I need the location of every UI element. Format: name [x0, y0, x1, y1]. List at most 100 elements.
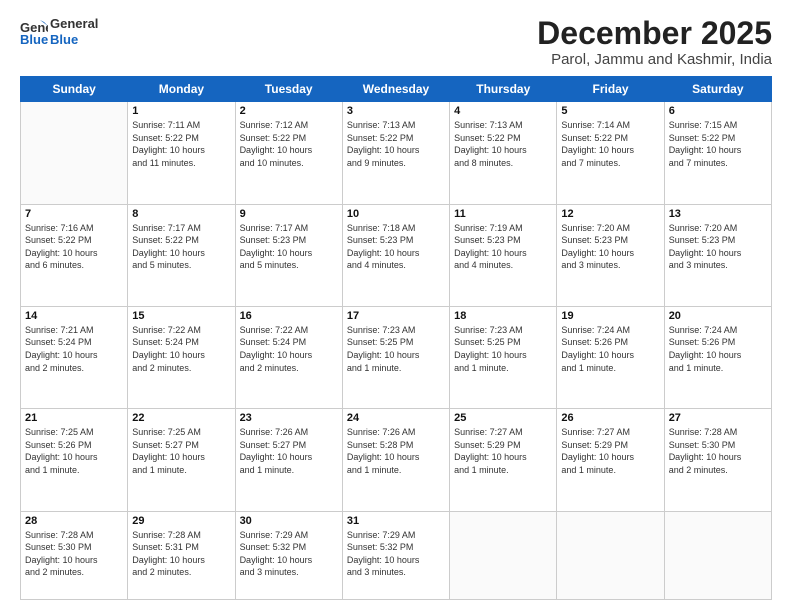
- day-info: Sunrise: 7:22 AM Sunset: 5:24 PM Dayligh…: [132, 324, 230, 374]
- day-info: Sunrise: 7:27 AM Sunset: 5:29 PM Dayligh…: [454, 426, 552, 476]
- day-info: Sunrise: 7:28 AM Sunset: 5:30 PM Dayligh…: [669, 426, 767, 476]
- day-number: 30: [240, 515, 338, 527]
- day-info: Sunrise: 7:29 AM Sunset: 5:32 PM Dayligh…: [347, 529, 445, 579]
- general-blue-icon: General Blue: [20, 18, 48, 46]
- day-number: 6: [669, 105, 767, 117]
- weekday-header-friday: Friday: [557, 77, 664, 102]
- day-info: Sunrise: 7:22 AM Sunset: 5:24 PM Dayligh…: [240, 324, 338, 374]
- header: General Blue General Blue December 2025 …: [20, 16, 772, 68]
- day-number: 31: [347, 515, 445, 527]
- week-row-3: 14Sunrise: 7:21 AM Sunset: 5:24 PM Dayli…: [21, 306, 772, 408]
- page: General Blue General Blue December 2025 …: [0, 0, 792, 612]
- calendar-cell: 5 Sunrise: 7:14 AM Sunset: 5:22 PM Daylig…: [557, 102, 664, 204]
- calendar-cell: 16 Sunrise: 7:22 AM Sunset: 5:24 PM Dayli…: [235, 306, 342, 408]
- day-info: Sunrise: 7:17 AM Sunset: 5:23 PM Dayligh…: [240, 222, 338, 272]
- day-info: Sunrise: 7:12 AM Sunset: 5:22 PM Dayligh…: [240, 119, 338, 169]
- day-info: Sunrise: 7:26 AM Sunset: 5:28 PM Dayligh…: [347, 426, 445, 476]
- calendar-cell: 9 Sunrise: 7:17 AM Sunset: 5:23 PM Daylig…: [235, 204, 342, 306]
- day-info: Sunrise: 7:13 AM Sunset: 5:22 PM Dayligh…: [454, 119, 552, 169]
- calendar-cell: 23 Sunrise: 7:26 AM Sunset: 5:27 PM Dayli…: [235, 409, 342, 511]
- day-number: 22: [132, 412, 230, 424]
- day-info: Sunrise: 7:19 AM Sunset: 5:23 PM Dayligh…: [454, 222, 552, 272]
- day-info: Sunrise: 7:20 AM Sunset: 5:23 PM Dayligh…: [669, 222, 767, 272]
- calendar-cell: [450, 511, 557, 599]
- calendar-cell: 30Sunrise: 7:29 AM Sunset: 5:32 PM Dayli…: [235, 511, 342, 599]
- day-number: 18: [454, 310, 552, 322]
- day-number: 4: [454, 105, 552, 117]
- day-number: 5: [561, 105, 659, 117]
- logo: General Blue General Blue: [20, 16, 98, 47]
- day-number: 24: [347, 412, 445, 424]
- week-row-5: 28Sunrise: 7:28 AM Sunset: 5:30 PM Dayli…: [21, 511, 772, 599]
- day-number: 1: [132, 105, 230, 117]
- day-info: Sunrise: 7:26 AM Sunset: 5:27 PM Dayligh…: [240, 426, 338, 476]
- calendar-cell: [21, 102, 128, 204]
- calendar-cell: 28Sunrise: 7:28 AM Sunset: 5:30 PM Dayli…: [21, 511, 128, 599]
- calendar-cell: 22 Sunrise: 7:25 AM Sunset: 5:27 PM Dayli…: [128, 409, 235, 511]
- month-title: December 2025: [537, 16, 772, 51]
- calendar-cell: 6 Sunrise: 7:15 AM Sunset: 5:22 PM Daylig…: [664, 102, 771, 204]
- day-info: Sunrise: 7:18 AM Sunset: 5:23 PM Dayligh…: [347, 222, 445, 272]
- day-number: 26: [561, 412, 659, 424]
- logo-blue: Blue: [50, 32, 98, 48]
- day-number: 11: [454, 208, 552, 220]
- calendar-cell: 25 Sunrise: 7:27 AM Sunset: 5:29 PM Dayli…: [450, 409, 557, 511]
- day-number: 14: [25, 310, 123, 322]
- calendar-cell: 13Sunrise: 7:20 AM Sunset: 5:23 PM Dayli…: [664, 204, 771, 306]
- calendar-cell: 1 Sunrise: 7:11 AM Sunset: 5:22 PM Daylig…: [128, 102, 235, 204]
- day-number: 29: [132, 515, 230, 527]
- calendar-table: SundayMondayTuesdayWednesdayThursdayFrid…: [20, 76, 772, 600]
- day-number: 8: [132, 208, 230, 220]
- day-info: Sunrise: 7:17 AM Sunset: 5:22 PM Dayligh…: [132, 222, 230, 272]
- day-info: Sunrise: 7:28 AM Sunset: 5:31 PM Dayligh…: [132, 529, 230, 579]
- day-info: Sunrise: 7:24 AM Sunset: 5:26 PM Dayligh…: [561, 324, 659, 374]
- calendar-cell: 20Sunrise: 7:24 AM Sunset: 5:26 PM Dayli…: [664, 306, 771, 408]
- weekday-header-thursday: Thursday: [450, 77, 557, 102]
- day-number: 19: [561, 310, 659, 322]
- day-number: 7: [25, 208, 123, 220]
- day-info: Sunrise: 7:11 AM Sunset: 5:22 PM Dayligh…: [132, 119, 230, 169]
- day-number: 25: [454, 412, 552, 424]
- calendar-cell: 3 Sunrise: 7:13 AM Sunset: 5:22 PM Daylig…: [342, 102, 449, 204]
- weekday-header-tuesday: Tuesday: [235, 77, 342, 102]
- calendar-cell: 24 Sunrise: 7:26 AM Sunset: 5:28 PM Dayli…: [342, 409, 449, 511]
- week-row-2: 7Sunrise: 7:16 AM Sunset: 5:22 PM Daylig…: [21, 204, 772, 306]
- day-info: Sunrise: 7:23 AM Sunset: 5:25 PM Dayligh…: [454, 324, 552, 374]
- calendar-cell: 31 Sunrise: 7:29 AM Sunset: 5:32 PM Dayli…: [342, 511, 449, 599]
- day-number: 27: [669, 412, 767, 424]
- calendar-cell: 21 Sunrise: 7:25 AM Sunset: 5:26 PM Dayli…: [21, 409, 128, 511]
- day-number: 9: [240, 208, 338, 220]
- day-info: Sunrise: 7:13 AM Sunset: 5:22 PM Dayligh…: [347, 119, 445, 169]
- day-info: Sunrise: 7:25 AM Sunset: 5:26 PM Dayligh…: [25, 426, 123, 476]
- calendar-cell: 8 Sunrise: 7:17 AM Sunset: 5:22 PM Daylig…: [128, 204, 235, 306]
- day-info: Sunrise: 7:28 AM Sunset: 5:30 PM Dayligh…: [25, 529, 123, 579]
- day-info: Sunrise: 7:24 AM Sunset: 5:26 PM Dayligh…: [669, 324, 767, 374]
- day-info: Sunrise: 7:25 AM Sunset: 5:27 PM Dayligh…: [132, 426, 230, 476]
- calendar-cell: 14Sunrise: 7:21 AM Sunset: 5:24 PM Dayli…: [21, 306, 128, 408]
- calendar-cell: 19 Sunrise: 7:24 AM Sunset: 5:26 PM Dayli…: [557, 306, 664, 408]
- calendar-cell: 17Sunrise: 7:23 AM Sunset: 5:25 PM Dayli…: [342, 306, 449, 408]
- day-number: 16: [240, 310, 338, 322]
- weekday-header-wednesday: Wednesday: [342, 77, 449, 102]
- calendar-cell: 29 Sunrise: 7:28 AM Sunset: 5:31 PM Dayli…: [128, 511, 235, 599]
- weekday-header-sunday: Sunday: [21, 77, 128, 102]
- day-number: 10: [347, 208, 445, 220]
- day-number: 3: [347, 105, 445, 117]
- calendar-cell: 12Sunrise: 7:20 AM Sunset: 5:23 PM Dayli…: [557, 204, 664, 306]
- day-number: 17: [347, 310, 445, 322]
- calendar-cell: 7Sunrise: 7:16 AM Sunset: 5:22 PM Daylig…: [21, 204, 128, 306]
- calendar-cell: 11 Sunrise: 7:19 AM Sunset: 5:23 PM Dayli…: [450, 204, 557, 306]
- day-info: Sunrise: 7:14 AM Sunset: 5:22 PM Dayligh…: [561, 119, 659, 169]
- calendar-cell: [664, 511, 771, 599]
- calendar-cell: [557, 511, 664, 599]
- day-number: 12: [561, 208, 659, 220]
- weekday-header-monday: Monday: [128, 77, 235, 102]
- title-block: December 2025 Parol, Jammu and Kashmir, …: [537, 16, 772, 68]
- day-info: Sunrise: 7:27 AM Sunset: 5:29 PM Dayligh…: [561, 426, 659, 476]
- calendar-cell: 15Sunrise: 7:22 AM Sunset: 5:24 PM Dayli…: [128, 306, 235, 408]
- day-number: 21: [25, 412, 123, 424]
- calendar-cell: 27 Sunrise: 7:28 AM Sunset: 5:30 PM Dayli…: [664, 409, 771, 511]
- day-number: 23: [240, 412, 338, 424]
- day-info: Sunrise: 7:15 AM Sunset: 5:22 PM Dayligh…: [669, 119, 767, 169]
- calendar-cell: 18 Sunrise: 7:23 AM Sunset: 5:25 PM Dayli…: [450, 306, 557, 408]
